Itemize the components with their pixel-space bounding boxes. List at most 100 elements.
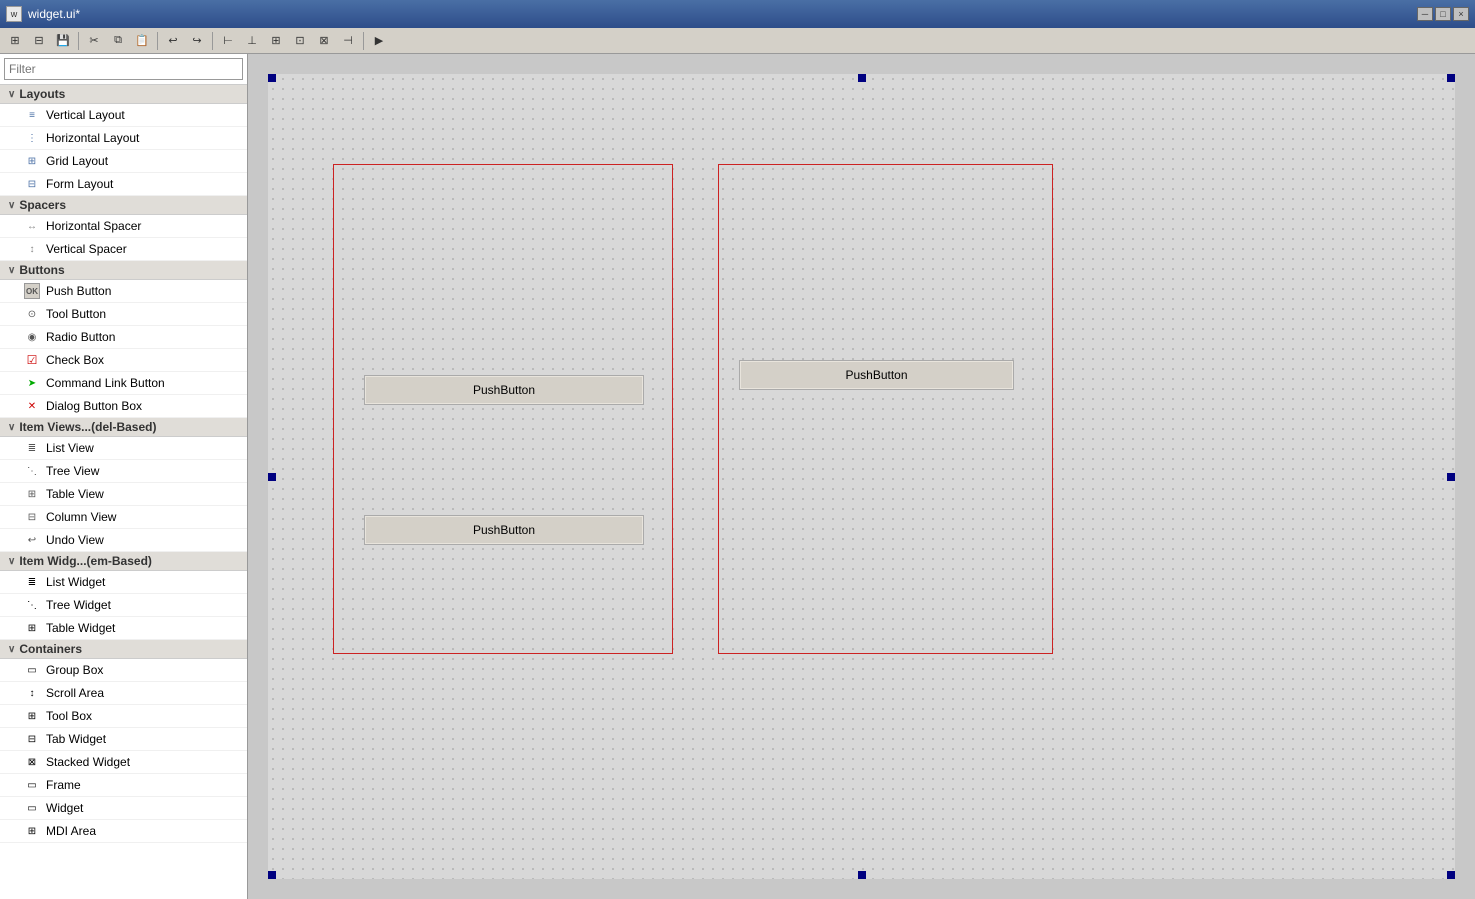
sidebar-item-radio-button[interactable]: ◉ Radio Button	[0, 326, 247, 349]
sidebar-item-table-widget[interactable]: ⊞ Table Widget	[0, 617, 247, 640]
sidebar-item-horizontal-spacer[interactable]: ↔ Horizontal Spacer	[0, 215, 247, 238]
push-button-label: Push Button	[46, 284, 111, 298]
sidebar-item-grid-layout[interactable]: ⊞ Grid Layout	[0, 150, 247, 173]
handle-bottom-left[interactable]	[268, 871, 276, 879]
sidebar-item-scroll-area[interactable]: ↕ Scroll Area	[0, 682, 247, 705]
handle-middle-left[interactable]	[268, 473, 276, 481]
sidebar-item-push-button[interactable]: OK Push Button	[0, 280, 247, 303]
toolbar-undo[interactable]: ↩	[162, 30, 184, 52]
sidebar-item-vertical-spacer[interactable]: ↕ Vertical Spacer	[0, 238, 247, 261]
horizontal-layout-icon: ⋮	[24, 130, 40, 146]
toolbar-open[interactable]: ⊟	[28, 30, 50, 52]
toolbar-adjust-size[interactable]: ⊣	[337, 30, 359, 52]
sidebar-list: ∨ Layouts ≡ Vertical Layout ⋮ Horizontal…	[0, 85, 247, 899]
sidebar-item-mdi-area[interactable]: ⊞ MDI Area	[0, 820, 247, 843]
toolbar-sep3	[212, 32, 213, 50]
sidebar-item-horizontal-layout[interactable]: ⋮ Horizontal Layout	[0, 127, 247, 150]
toolbar-cut[interactable]: ✂	[83, 30, 105, 52]
chevron-buttons: ∨	[8, 265, 15, 276]
filter-input[interactable]	[4, 58, 243, 80]
mdi-area-label: MDI Area	[46, 824, 96, 838]
handle-top-center[interactable]	[858, 74, 866, 82]
tool-button-label: Tool Button	[46, 307, 106, 321]
sidebar-item-tool-button[interactable]: ⊙ Tool Button	[0, 303, 247, 326]
toolbar-layout-h[interactable]: ⊢	[217, 30, 239, 52]
toolbar-sep1	[78, 32, 79, 50]
sidebar-item-column-view[interactable]: ⊟ Column View	[0, 506, 247, 529]
app-icon: w	[6, 6, 22, 22]
panel-left[interactable]: PushButton PushButton	[333, 164, 673, 654]
sidebar-item-tree-view[interactable]: ⋱ Tree View	[0, 460, 247, 483]
canvas-area[interactable]: PushButton PushButton PushButton	[248, 54, 1475, 899]
dialog-button-box-label: Dialog Button Box	[46, 399, 142, 413]
category-spacers[interactable]: ∨ Spacers	[0, 196, 247, 215]
sidebar-item-dialog-button-box[interactable]: ✕ Dialog Button Box	[0, 395, 247, 418]
sidebar-item-list-view[interactable]: ≣ List View	[0, 437, 247, 460]
close-button[interactable]: ×	[1453, 7, 1469, 21]
sidebar-item-list-widget[interactable]: ≣ List Widget	[0, 571, 247, 594]
toolbar-layout-form[interactable]: ⊡	[289, 30, 311, 52]
sidebar-item-command-link-button[interactable]: ➤ Command Link Button	[0, 372, 247, 395]
sidebar-item-form-layout[interactable]: ⊟ Form Layout	[0, 173, 247, 196]
toolbar-paste[interactable]: 📋	[131, 30, 153, 52]
handle-middle-right[interactable]	[1447, 473, 1455, 481]
handle-top-right[interactable]	[1447, 74, 1455, 82]
handle-bottom-right[interactable]	[1447, 871, 1455, 879]
category-buttons-label: Buttons	[19, 263, 64, 277]
category-containers[interactable]: ∨ Containers	[0, 640, 247, 659]
widget-label: Widget	[46, 801, 83, 815]
toolbar-layout-v[interactable]: ⊥	[241, 30, 263, 52]
pushbutton-left-bottom[interactable]: PushButton	[364, 515, 644, 545]
column-view-label: Column View	[46, 510, 116, 524]
form-layout-icon: ⊟	[24, 176, 40, 192]
toolbar-redo[interactable]: ↪	[186, 30, 208, 52]
minimize-button[interactable]: ─	[1417, 7, 1433, 21]
group-box-icon: ▭	[24, 662, 40, 678]
pushbutton-left-top-label: PushButton	[473, 383, 535, 397]
handle-bottom-center[interactable]	[858, 871, 866, 879]
sidebar-item-tab-widget[interactable]: ⊟ Tab Widget	[0, 728, 247, 751]
tool-box-label: Tool Box	[46, 709, 92, 723]
table-view-label: Table View	[46, 487, 104, 501]
canvas-surface[interactable]: PushButton PushButton PushButton	[268, 74, 1455, 879]
window-title: widget.ui*	[28, 7, 1411, 21]
toolbar-new[interactable]: ⊞	[4, 30, 26, 52]
category-item-views-label: Item Views...(del-Based)	[19, 420, 156, 434]
category-item-widgets[interactable]: ∨ Item Widg...(em-Based)	[0, 552, 247, 571]
dialog-button-box-icon: ✕	[24, 398, 40, 414]
sidebar-item-table-view[interactable]: ⊞ Table View	[0, 483, 247, 506]
sidebar: ∨ Layouts ≡ Vertical Layout ⋮ Horizontal…	[0, 54, 248, 899]
sidebar-item-tool-box[interactable]: ⊞ Tool Box	[0, 705, 247, 728]
toolbar-copy[interactable]: ⧉	[107, 30, 129, 52]
maximize-button[interactable]: □	[1435, 7, 1451, 21]
widget-icon: ▭	[24, 800, 40, 816]
pushbutton-right[interactable]: PushButton	[739, 360, 1014, 390]
command-link-button-icon: ➤	[24, 375, 40, 391]
toolbar-layout-grid[interactable]: ⊞	[265, 30, 287, 52]
category-item-views[interactable]: ∨ Item Views...(del-Based)	[0, 418, 247, 437]
category-buttons[interactable]: ∨ Buttons	[0, 261, 247, 280]
column-view-icon: ⊟	[24, 509, 40, 525]
sidebar-item-stacked-widget[interactable]: ⊠ Stacked Widget	[0, 751, 247, 774]
check-box-icon: ☑	[24, 352, 40, 368]
category-spacers-label: Spacers	[19, 198, 66, 212]
sidebar-item-tree-widget[interactable]: ⋱ Tree Widget	[0, 594, 247, 617]
pushbutton-left-top[interactable]: PushButton	[364, 375, 644, 405]
category-layouts[interactable]: ∨ Layouts	[0, 85, 247, 104]
sidebar-item-check-box[interactable]: ☑ Check Box	[0, 349, 247, 372]
sidebar-item-group-box[interactable]: ▭ Group Box	[0, 659, 247, 682]
mdi-area-icon: ⊞	[24, 823, 40, 839]
frame-icon: ▭	[24, 777, 40, 793]
sidebar-item-widget[interactable]: ▭ Widget	[0, 797, 247, 820]
sidebar-item-vertical-layout[interactable]: ≡ Vertical Layout	[0, 104, 247, 127]
toolbar-break-layout[interactable]: ⊠	[313, 30, 335, 52]
toolbar-sep4	[363, 32, 364, 50]
panel-right[interactable]: PushButton	[718, 164, 1053, 654]
sidebar-item-undo-view[interactable]: ↩ Undo View	[0, 529, 247, 552]
handle-top-left[interactable]	[268, 74, 276, 82]
stacked-widget-label: Stacked Widget	[46, 755, 130, 769]
toolbar-save[interactable]: 💾	[52, 30, 74, 52]
tree-widget-label: Tree Widget	[46, 598, 111, 612]
toolbar-preview[interactable]: ▶	[368, 30, 390, 52]
sidebar-item-frame[interactable]: ▭ Frame	[0, 774, 247, 797]
